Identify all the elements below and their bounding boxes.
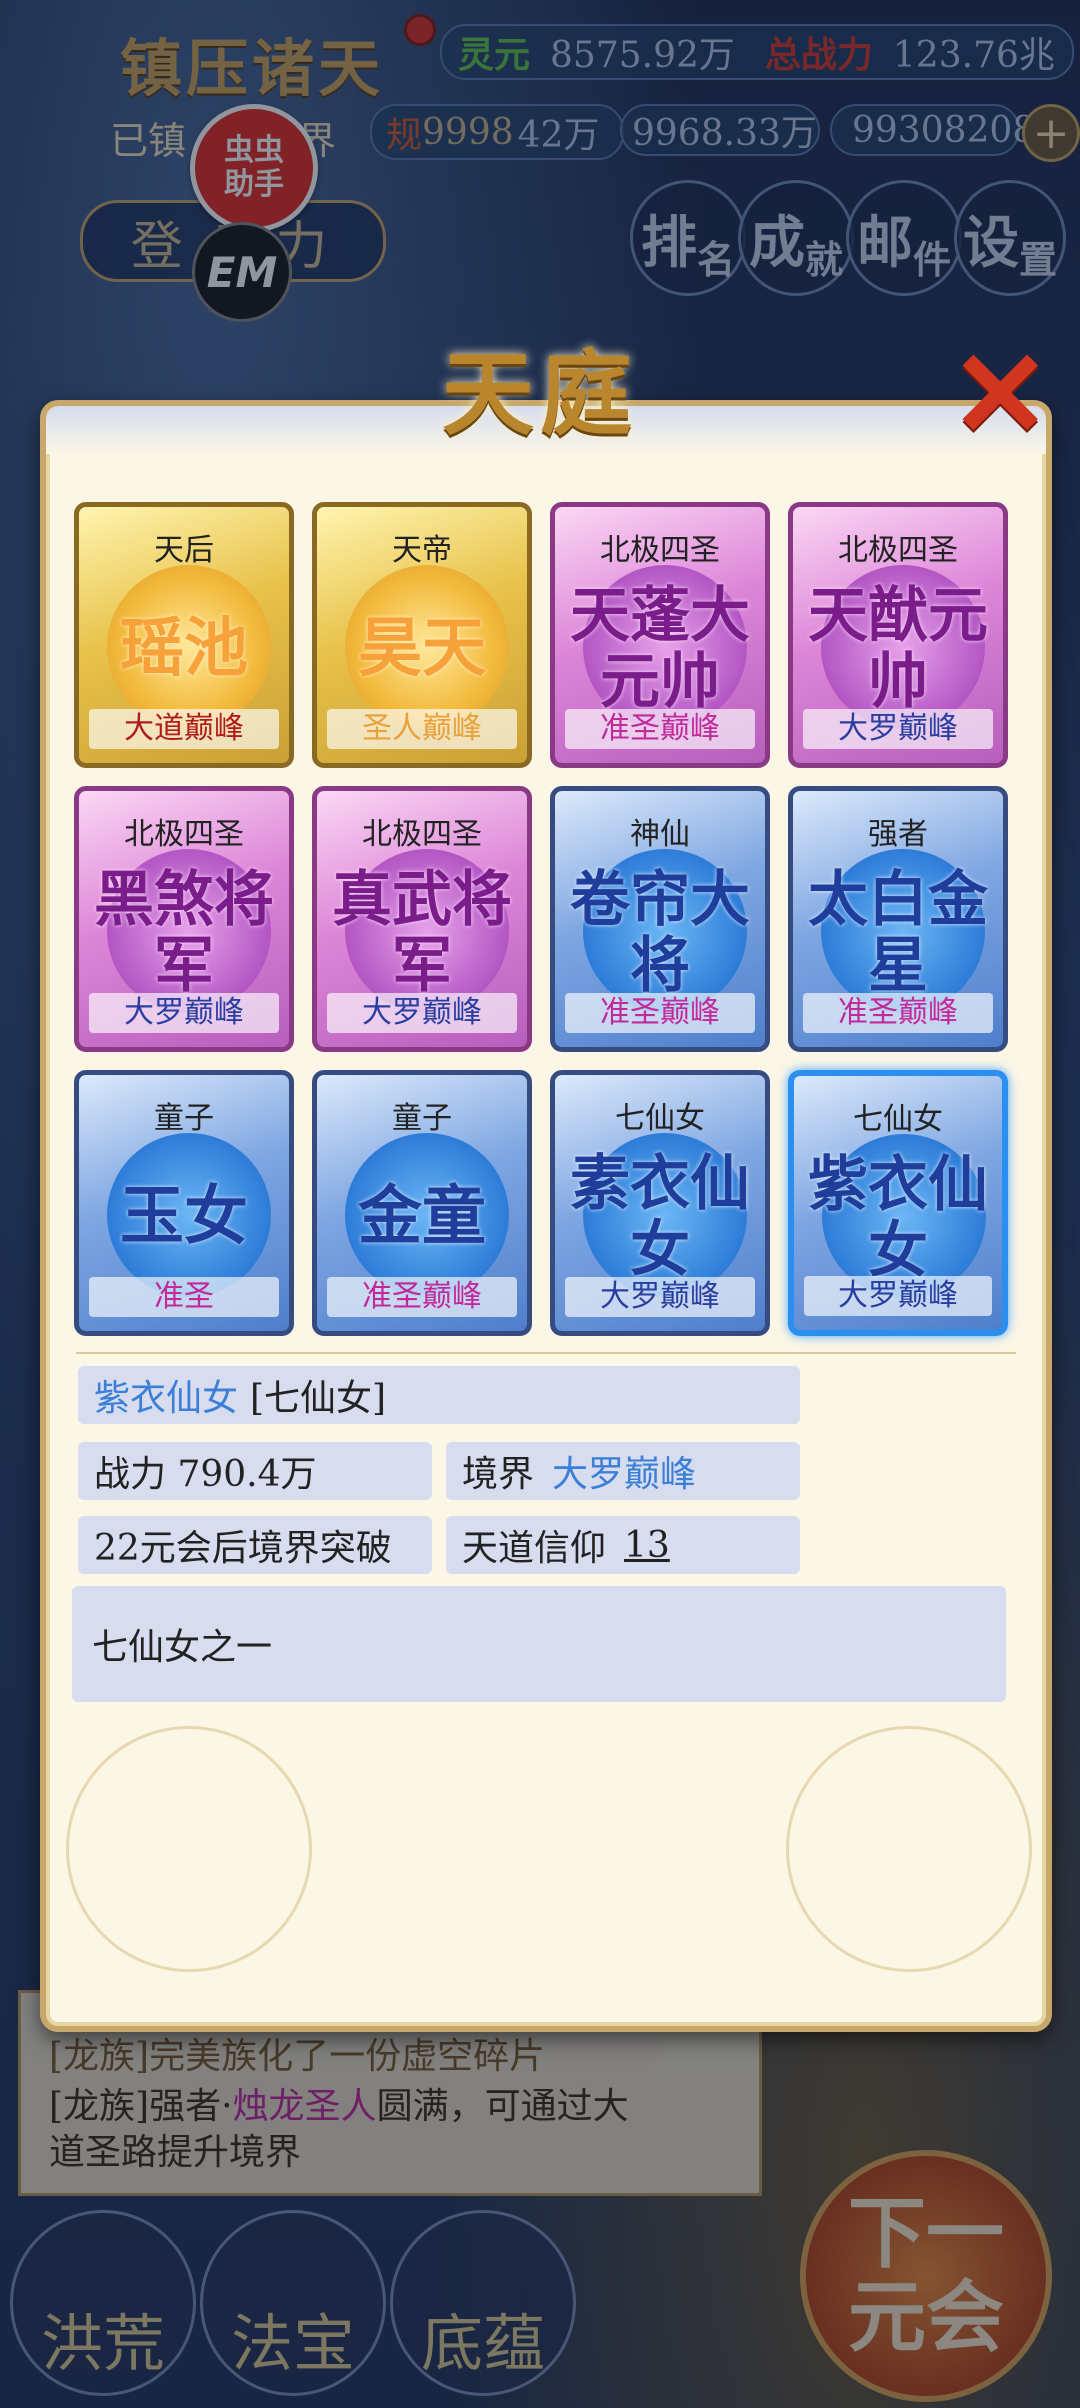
card-category: 天帝 [392, 533, 452, 568]
card-category: 七仙女 [615, 1101, 705, 1136]
card-category: 童子 [392, 1101, 452, 1136]
card-category: 北极四圣 [362, 817, 482, 852]
card-rank: 大罗巅峰 [600, 1279, 720, 1314]
card-rank: 圣人巅峰 [362, 711, 482, 746]
card-rank: 准圣巅峰 [600, 995, 720, 1030]
card-rank: 大罗巅峰 [838, 1278, 958, 1313]
close-icon[interactable]: ✕ [950, 335, 1051, 455]
card-category: 天后 [154, 533, 214, 568]
character-card[interactable]: 北极四圣 黑煞将军 大罗巅峰 [74, 786, 294, 1052]
character-card[interactable]: 强者 太白金星 准圣巅峰 [788, 786, 1008, 1052]
modal-title: 天庭 [441, 340, 638, 448]
faith-box: 天道信仰 13 [446, 1516, 800, 1574]
card-rank: 大道巅峰 [124, 711, 244, 746]
section-divider [76, 1352, 1016, 1354]
card-rank: 大罗巅峰 [124, 995, 244, 1030]
card-category: 神仙 [630, 817, 690, 852]
character-card[interactable]: 神仙 卷帘大将 准圣巅峰 [550, 786, 770, 1052]
card-category: 北极四圣 [600, 533, 720, 568]
card-category: 强者 [868, 817, 928, 852]
character-card[interactable]: 北极四圣 天猷元帅 大罗巅峰 [788, 502, 1008, 768]
card-rank: 大罗巅峰 [362, 995, 482, 1030]
card-rank: 准圣巅峰 [838, 995, 958, 1030]
character-card[interactable]: 天帝 昊天 圣人巅峰 [312, 502, 532, 768]
card-rank: 准圣巅峰 [600, 711, 720, 746]
character-card[interactable]: 北极四圣 天蓬大元帅 准圣巅峰 [550, 502, 770, 768]
character-card[interactable]: 七仙女 素衣仙女 大罗巅峰 [550, 1070, 770, 1336]
card-category: 七仙女 [853, 1102, 943, 1137]
card-category: 童子 [154, 1101, 214, 1136]
character-card[interactable]: 童子 金童 准圣巅峰 [312, 1070, 532, 1336]
character-description: 七仙女之一 [72, 1586, 1006, 1702]
power-box: 战力 790.4万 [78, 1442, 432, 1500]
character-group: [七仙女] [250, 1378, 387, 1419]
character-card[interactable]: 天后 瑶池 大道巅峰 [74, 502, 294, 768]
breakthrough-box: 22元会后境界突破 [78, 1516, 432, 1574]
character-card[interactable]: 童子 玉女 准圣 [74, 1070, 294, 1336]
corner-ornament [66, 1726, 312, 1972]
realm-box: 境界 大罗巅峰 [446, 1442, 800, 1500]
card-rank: 大罗巅峰 [838, 711, 958, 746]
card-rank: 准圣 [154, 1279, 214, 1314]
character-name-box: 紫衣仙女 [七仙女] [78, 1366, 800, 1424]
card-rank: 准圣巅峰 [362, 1279, 482, 1314]
corner-ornament [786, 1726, 1032, 1972]
character-card[interactable]: 北极四圣 真武将军 大罗巅峰 [312, 786, 532, 1052]
card-category: 北极四圣 [838, 533, 958, 568]
character-name: 紫衣仙女 [94, 1378, 239, 1419]
character-card[interactable]: 七仙女 紫衣仙女 大罗巅峰 [788, 1070, 1008, 1336]
card-category: 北极四圣 [124, 817, 244, 852]
